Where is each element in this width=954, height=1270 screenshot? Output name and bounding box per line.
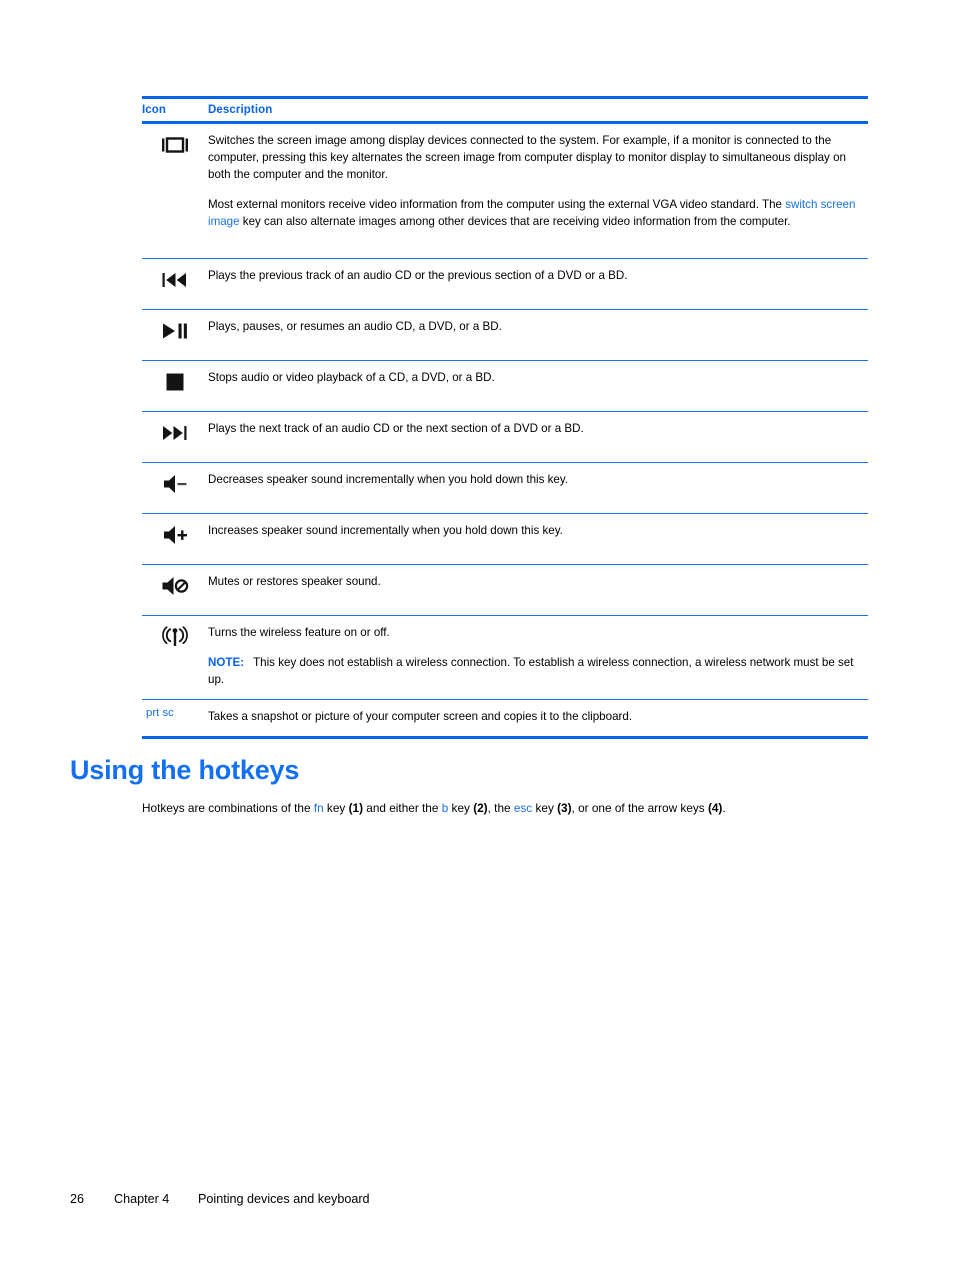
description-paragraph: Takes a snapshot or picture of your comp… <box>208 709 633 723</box>
next-track-icon <box>160 422 190 444</box>
description-paragraph: Increases speaker sound incrementally wh… <box>208 524 563 537</box>
row-description-cell: Decreases speaker sound incrementally wh… <box>208 463 868 499</box>
description-paragraph: NOTE: This key does not establish a wirel… <box>208 655 854 686</box>
column-header-description: Description <box>208 104 273 116</box>
switch-screen-image-icon <box>160 134 190 156</box>
description-paragraph: Turns the wireless feature on or off. <box>208 626 390 639</box>
row-icon-cell <box>142 463 208 495</box>
volume-down-icon <box>160 473 190 495</box>
wireless-icon <box>160 626 190 648</box>
row-icon-cell <box>142 616 208 648</box>
description-paragraph: Decreases speaker sound incrementally wh… <box>208 473 569 486</box>
note-label: NOTE: <box>208 655 245 669</box>
table-row: Decreases speaker sound incrementally wh… <box>142 463 868 513</box>
table-row: Plays, pauses, or resumes an audio CD, a… <box>142 310 868 360</box>
page-footer: 26 Chapter 4 Pointing devices and keyboa… <box>70 1192 370 1206</box>
row-key-cell: prt sc <box>142 700 208 719</box>
table-row: Stops audio or video playback of a CD, a… <box>142 361 868 411</box>
row-description-cell: Plays the previous track of an audio CD … <box>208 259 868 295</box>
description-paragraph: Mutes or restores speaker sound. <box>208 575 381 588</box>
table-row: Plays the next track of an audio CD or t… <box>142 412 868 462</box>
row-description-cell: Plays, pauses, or resumes an audio CD, a… <box>208 310 868 346</box>
description-paragraph: Most external monitors receive video inf… <box>208 197 856 228</box>
previous-track-icon <box>160 269 190 291</box>
description-paragraph: Plays, pauses, or resumes an audio CD, a… <box>208 320 502 333</box>
row-icon-cell <box>142 412 208 444</box>
table-header-row: Icon Description <box>142 99 868 121</box>
description-paragraph: Stops audio or video playback of a CD, a… <box>208 371 495 384</box>
inline-key-reference: b <box>441 801 449 815</box>
table-row: prt sc Takes a snapshot or picture of you… <box>142 700 868 736</box>
row-description-cell: Turns the wireless feature on or off. NOT… <box>208 616 868 699</box>
row-icon-cell <box>142 361 208 393</box>
row-description-cell: Increases speaker sound incrementally wh… <box>208 514 868 550</box>
inline-key-reference: switch screen image <box>208 197 856 228</box>
row-description-cell: Stops audio or video playback of a CD, a… <box>208 361 868 397</box>
row-icon-cell <box>142 514 208 546</box>
footer-chapter-title: Pointing devices and keyboard <box>198 1192 370 1206</box>
table-row: Mutes or restores speaker sound. <box>142 565 868 615</box>
play-pause-icon <box>160 320 190 342</box>
footer-page-number: 26 <box>70 1192 85 1206</box>
callout-number: (3) <box>557 801 572 815</box>
callout-number: (1) <box>348 801 363 815</box>
table-row: Increases speaker sound incrementally wh… <box>142 514 868 564</box>
mute-icon <box>160 575 190 597</box>
description-paragraph: Plays the next track of an audio CD or t… <box>208 422 584 435</box>
callout-number: (2) <box>473 801 488 815</box>
callout-number: (4) <box>707 801 723 815</box>
stop-icon <box>160 371 190 393</box>
row-icon-cell <box>142 310 208 342</box>
volume-up-icon <box>160 524 190 546</box>
document-page: Icon Description Switches the screen ima… <box>0 0 954 1270</box>
page-title: Using the hotkeys <box>70 755 300 785</box>
row-icon-cell <box>142 124 208 156</box>
table-rows-container: Switches the screen image among display … <box>142 124 868 736</box>
inline-key-reference: esc <box>513 801 533 815</box>
description-paragraph: Switches the screen image among display … <box>208 134 846 181</box>
table-row: Switches the screen image among display … <box>142 124 868 258</box>
section-paragraph: Hotkeys are combinations of the fn key (… <box>142 801 726 815</box>
hotkeys-table: Icon Description Switches the screen ima… <box>142 96 868 739</box>
row-icon-cell <box>142 565 208 597</box>
footer-chapter: Chapter 4 <box>114 1192 170 1206</box>
table-bottom-rule <box>142 735 868 739</box>
table-row: Turns the wireless feature on or off. NOT… <box>142 616 868 699</box>
column-header-icon: Icon <box>142 104 167 116</box>
row-description-cell: Takes a snapshot or picture of your comp… <box>208 700 868 736</box>
description-paragraph: Plays the previous track of an audio CD … <box>208 269 628 282</box>
row-description-cell: Plays the next track of an audio CD or t… <box>208 412 868 448</box>
table-row: Plays the previous track of an audio CD … <box>142 259 868 309</box>
row-description-cell: Switches the screen image among display … <box>208 124 868 241</box>
prt-sc-key-label: prt sc <box>146 706 174 719</box>
row-description-cell: Mutes or restores speaker sound. <box>208 565 868 601</box>
inline-key-reference: fn <box>313 801 324 815</box>
row-icon-cell <box>142 259 208 291</box>
